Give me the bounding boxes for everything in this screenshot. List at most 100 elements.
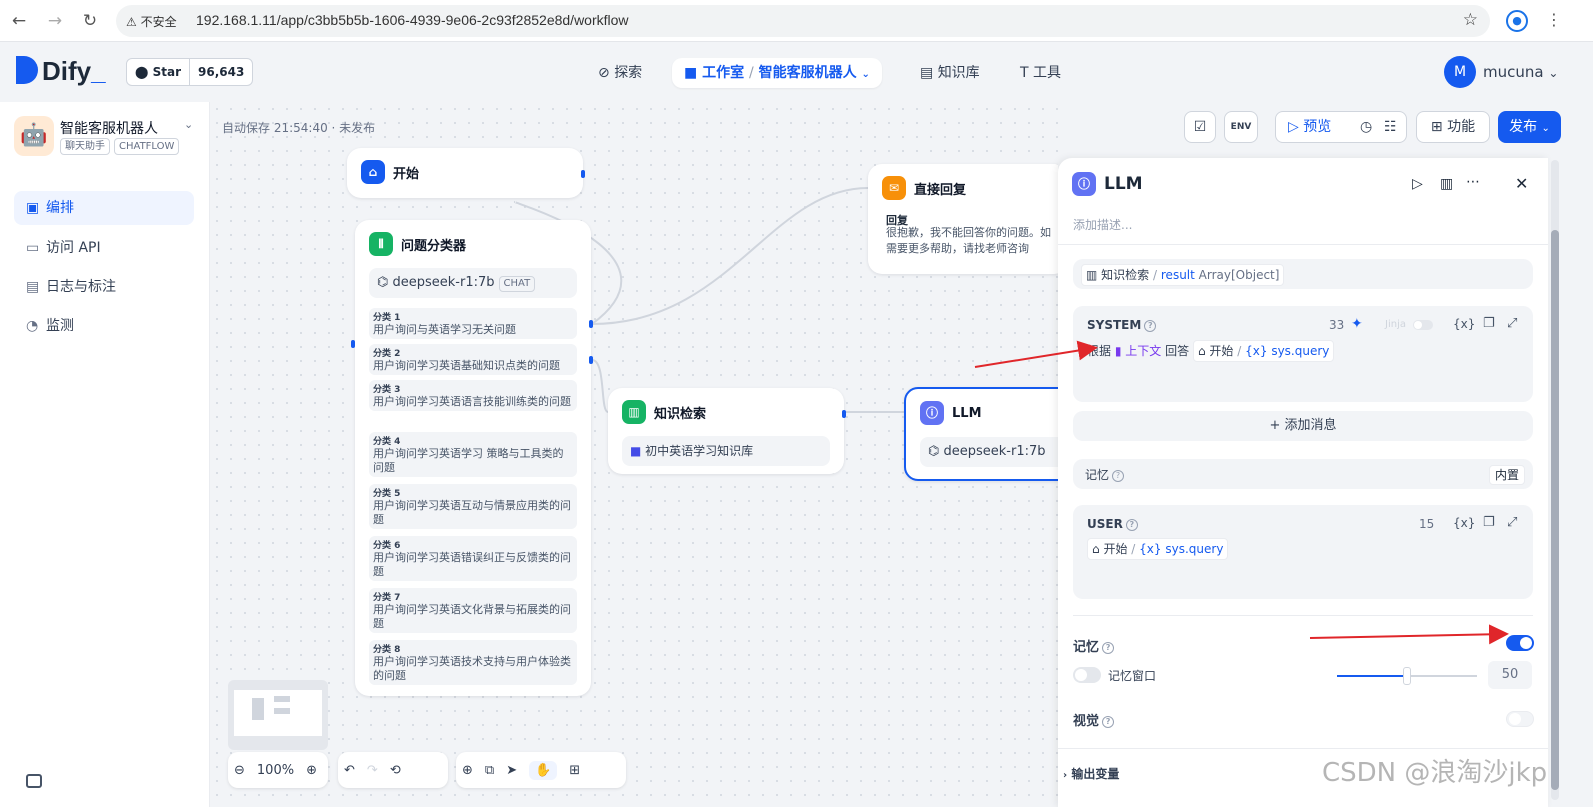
llm-model[interactable]: ⌬ deepseek-r1:7b bbox=[920, 437, 1058, 467]
variable-chip[interactable]: ⌂ 开始 / {x} sys.query bbox=[1192, 340, 1335, 362]
node-start[interactable]: ⌂ 开始 bbox=[347, 148, 585, 198]
jinja-toggle[interactable] bbox=[1413, 320, 1433, 330]
help-book-icon[interactable]: ▥ bbox=[1440, 176, 1453, 192]
avatar[interactable]: M bbox=[1444, 56, 1476, 88]
expand-icon[interactable]: ⤢ bbox=[1507, 316, 1517, 331]
class-item[interactable]: 分类 5 用户询问学习英语互动与情景应用类的问题 bbox=[369, 484, 577, 529]
features-button[interactable]: ⊞ 功能 bbox=[1416, 111, 1490, 143]
builtin-badge[interactable]: 内置 bbox=[1488, 465, 1525, 485]
user-prompt-text[interactable]: ⌂ 开始 / {x} sys.query bbox=[1087, 538, 1229, 560]
insert-variable-icon[interactable]: {x} bbox=[1453, 317, 1475, 331]
copy-icon[interactable]: ❐ bbox=[1483, 515, 1495, 530]
slider-knob[interactable] bbox=[1403, 667, 1411, 685]
app-name[interactable]: 智能客服机器人 ⌄ bbox=[60, 118, 193, 138]
env-button[interactable]: ENV bbox=[1224, 111, 1258, 143]
chevron-down-icon[interactable]: ⌄ bbox=[184, 118, 193, 131]
class-item[interactable]: 分类 4 用户询问学习英语学习 策略与工具类的问题 bbox=[369, 432, 577, 477]
nav-knowledge[interactable]: ▤ 知识库 bbox=[920, 58, 980, 88]
node-knowledge-retrieval[interactable]: ▥ 知识检索 ■ 初中英语学习知识库 bbox=[608, 388, 846, 474]
copy-icon[interactable]: ❐ bbox=[1483, 316, 1495, 331]
zoom-level[interactable]: 100% bbox=[257, 763, 294, 778]
memory-toggle[interactable] bbox=[1506, 635, 1534, 651]
sidebar-item-api[interactable]: ▭ 访问 API bbox=[14, 231, 194, 265]
collapse-sidebar-icon[interactable] bbox=[26, 774, 42, 788]
not-secure-badge[interactable]: ⚠ 不安全 bbox=[126, 13, 177, 30]
add-message-button[interactable]: + 添加消息 bbox=[1073, 411, 1533, 441]
close-icon[interactable]: ✕ bbox=[1515, 174, 1528, 193]
memory-window-slider[interactable] bbox=[1337, 667, 1477, 685]
class-item[interactable]: 分类 2 用户询问学习英语基础知识点类的问题 bbox=[369, 344, 577, 375]
add-node-icon[interactable]: ⊕ bbox=[462, 763, 473, 778]
scrollbar-thumb[interactable] bbox=[1551, 230, 1559, 790]
node-question-classifier[interactable]: ⫴ 问题分类器 ⌬ deepseek-r1:7b CHAT 分类 1 用户询问与英语学… bbox=[351, 220, 593, 696]
zoom-out-icon[interactable]: ⊖ bbox=[234, 763, 245, 778]
help-icon[interactable]: ? bbox=[1102, 715, 1115, 728]
node-direct-reply[interactable]: ✉ 直接回复 回复 很抱歉，我不能回答你的问题。如 需要更多帮助，请找老师咨询 bbox=[868, 164, 1058, 274]
redo-icon[interactable]: ↷ bbox=[367, 763, 378, 778]
username[interactable]: mucuna ⌄ bbox=[1483, 63, 1558, 81]
reload-icon[interactable]: ↻ bbox=[79, 10, 101, 32]
node-llm[interactable]: ⓘ LLM ⌬ deepseek-r1:7b bbox=[904, 387, 1058, 481]
sidebar-item-monitor[interactable]: ◔ 监测 bbox=[14, 309, 194, 343]
output-variables-toggle[interactable]: › 输出变量 bbox=[1063, 765, 1119, 782]
edge-class1-reply[interactable] bbox=[591, 187, 869, 325]
sidebar-item-logs[interactable]: ▤ 日志与标注 bbox=[14, 270, 194, 304]
forward-icon[interactable]: → bbox=[44, 10, 66, 32]
pointer-icon[interactable]: ➤ bbox=[506, 763, 517, 778]
publish-button[interactable]: 发布 ⌄ bbox=[1498, 111, 1561, 143]
more-icon[interactable]: ⋯ bbox=[1466, 174, 1480, 190]
insert-variable-icon[interactable]: {x} bbox=[1453, 516, 1475, 530]
input-handle[interactable] bbox=[351, 340, 355, 348]
url-text[interactable]: 192.168.1.11/app/c3bb5b5b-1606-4939-9e06… bbox=[196, 12, 629, 28]
undo-icon[interactable]: ↶ bbox=[344, 763, 355, 778]
run-history-icon[interactable]: ◷ bbox=[1360, 112, 1372, 142]
hand-icon[interactable]: ✋ bbox=[529, 760, 558, 780]
ai-generate-icon[interactable]: ✦ bbox=[1351, 316, 1363, 332]
class1-handle[interactable] bbox=[589, 320, 593, 328]
checklist-button[interactable]: ☑ bbox=[1184, 111, 1216, 143]
class-item[interactable]: 分类 6 用户询问学习英语错误纠正与反馈类的问题 bbox=[369, 536, 577, 581]
run-icon[interactable]: ▷ bbox=[1412, 176, 1423, 192]
user-prompt-box[interactable]: USER? 15 {x} ❐ ⤢ ⌂ 开始 / {x} sys.query bbox=[1073, 505, 1533, 599]
history-icon[interactable]: ⟲ bbox=[390, 763, 401, 778]
help-icon[interactable]: ? bbox=[1144, 319, 1157, 332]
memory-window-input[interactable]: 50 bbox=[1488, 661, 1532, 689]
chevron-down-icon[interactable]: ⌄ bbox=[861, 69, 869, 80]
back-icon[interactable]: ← bbox=[8, 10, 30, 32]
github-star-button[interactable]: ⬤ Star 96,643 bbox=[126, 58, 254, 86]
nav-app-label[interactable]: 智能客服机器人 bbox=[759, 65, 857, 81]
add-note-icon[interactable]: ⧉ bbox=[485, 763, 494, 778]
memory-window-toggle[interactable] bbox=[1073, 667, 1101, 683]
edge-class2-knowledge[interactable] bbox=[591, 359, 609, 413]
checklist-icon[interactable]: ☷ bbox=[1384, 112, 1397, 142]
bookmark-star-icon[interactable]: ☆ bbox=[1463, 10, 1478, 30]
context-box[interactable]: ▥ 知识检索 / result Array[Object] bbox=[1073, 259, 1533, 289]
context-variable-chip[interactable]: ▥ 知识检索 / result Array[Object] bbox=[1081, 264, 1285, 286]
class-item[interactable]: 分类 8 用户询问学习英语技术支持与用户体验类的问题 bbox=[369, 640, 577, 685]
help-icon[interactable]: ? bbox=[1112, 469, 1125, 482]
vision-toggle[interactable] bbox=[1506, 711, 1534, 727]
panel-title-text[interactable]: LLM bbox=[1104, 174, 1143, 194]
minimap[interactable] bbox=[228, 680, 328, 750]
zoom-in-icon[interactable]: ⊕ bbox=[306, 763, 317, 778]
class-item[interactable]: 分类 1 用户询问与英语学习无关问题 bbox=[369, 308, 577, 339]
expand-icon[interactable]: ⤢ bbox=[1507, 515, 1517, 530]
output-handle[interactable] bbox=[581, 170, 585, 178]
workflow-canvas[interactable]: 自动保存 21:54:40 · 未发布 ⌂ 开始 ⫴ 问题分类器 ⌬ deepsee… bbox=[210, 102, 1058, 807]
system-prompt-box[interactable]: SYSTEM? 33 ✦ Jinja {x} ❐ ⤢ 根据 ▮ 上下文 回答 ⌂… bbox=[1073, 306, 1533, 402]
dify-logo[interactable]: Dify_ bbox=[16, 56, 106, 87]
browser-menu-icon[interactable]: ⋮ bbox=[1546, 10, 1562, 29]
system-prompt-text[interactable]: 根据 ▮ 上下文 回答 ⌂ 开始 / {x} sys.query bbox=[1087, 340, 1335, 362]
profile-icon[interactable]: ● bbox=[1506, 10, 1528, 32]
class2-handle[interactable] bbox=[589, 356, 593, 364]
class-item[interactable]: 分类 3 用户询问学习英语语言技能训练类的问题 bbox=[369, 380, 577, 411]
help-icon[interactable]: ? bbox=[1102, 641, 1115, 654]
variable-chip[interactable]: ⌂ 开始 / {x} sys.query bbox=[1087, 538, 1229, 560]
sidebar-item-orchestrate[interactable]: ▣ 编排 bbox=[14, 191, 194, 225]
class-item[interactable]: 分类 7 用户询问学习英语文化背景与拓展类的问题 bbox=[369, 588, 577, 633]
context-chip[interactable]: ▮ 上下文 bbox=[1115, 344, 1161, 358]
knowledge-base-item[interactable]: ■ 初中英语学习知识库 bbox=[622, 436, 830, 466]
nav-tools[interactable]: T 工具 bbox=[1020, 58, 1061, 88]
classifier-model[interactable]: ⌬ deepseek-r1:7b CHAT bbox=[369, 268, 577, 298]
address-bar[interactable]: ⚠ 不安全 192.168.1.11/app/c3bb5b5b-1606-493… bbox=[116, 5, 1490, 37]
